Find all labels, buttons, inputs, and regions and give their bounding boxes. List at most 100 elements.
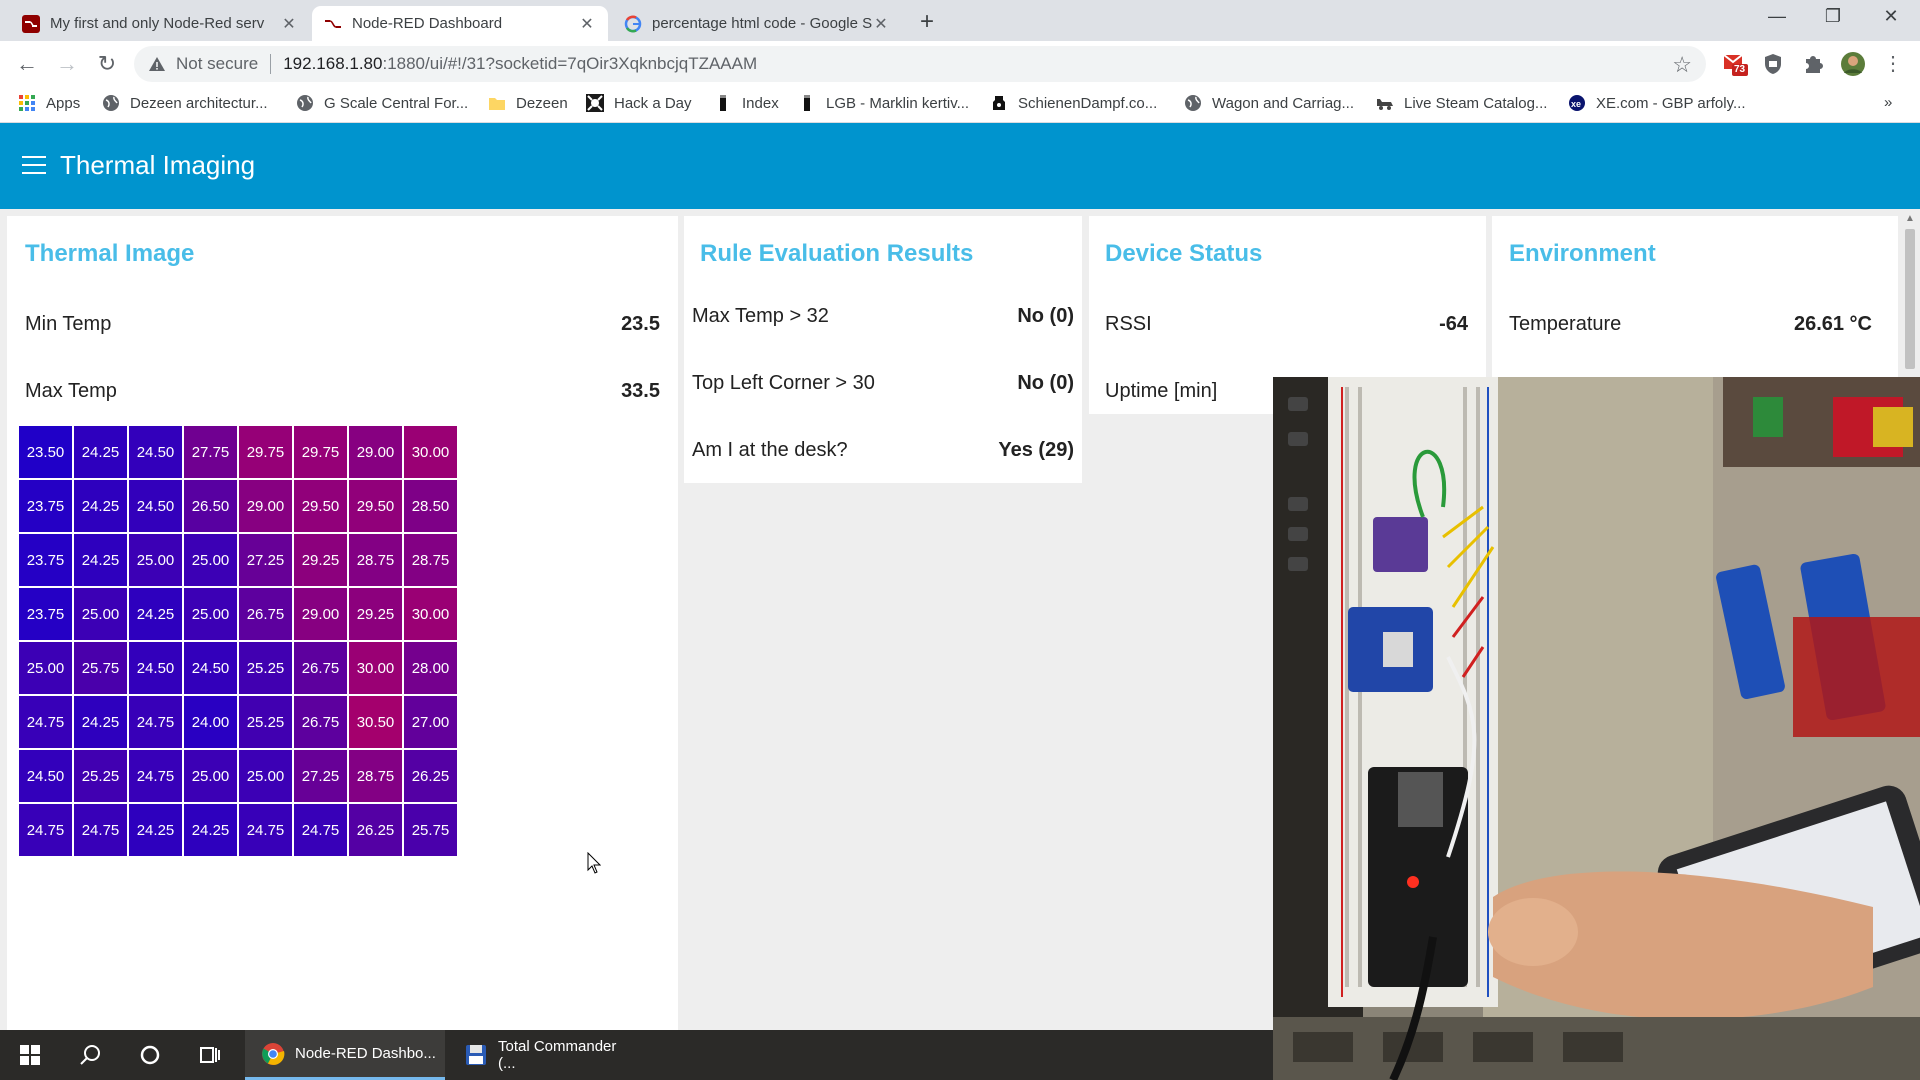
thermal-cell: 30.50 — [349, 696, 402, 748]
thermal-cell: 27.25 — [239, 534, 292, 586]
thermal-cell: 28.75 — [349, 534, 402, 586]
thermal-cell: 26.25 — [404, 750, 457, 802]
hamburger-menu-icon[interactable] — [22, 156, 46, 174]
taskbar-app-chrome[interactable]: Node-RED Dashbo... — [245, 1030, 445, 1080]
url-path: :1880/ui/#!/31?socketid=7qOir3XqknbcjqTZ… — [382, 54, 758, 73]
max-temp-label: Max Temp — [25, 379, 117, 402]
thermal-cell: 24.75 — [74, 804, 127, 856]
close-window-icon[interactable]: ✕ — [1868, 6, 1914, 27]
bookmark-label: G Scale Central For... — [324, 94, 469, 112]
thermal-cell: 25.25 — [239, 696, 292, 748]
rule-result: No (0) — [1017, 304, 1074, 327]
bookmark-label: LGB - Marklin kertiv... — [826, 94, 970, 112]
bookmark-live-steam-catalog[interactable]: Live Steam Catalog... — [1376, 94, 1547, 112]
thermal-cell: 24.50 — [184, 642, 237, 694]
temperature-label: Temperature — [1509, 312, 1622, 335]
reload-icon[interactable]: ↻ — [92, 49, 122, 79]
bookmark-xe-com[interactable]: xe XE.com - GBP arfoly... — [1568, 94, 1746, 112]
bookmark-star-icon[interactable]: ☆ — [1672, 52, 1692, 78]
scrollbar-thumb[interactable] — [1905, 229, 1915, 369]
page-scrollbar[interactable]: ▲ — [1902, 211, 1918, 377]
tab-node-red-dashboard[interactable]: Node-RED Dashboard ✕ — [312, 6, 608, 41]
thermal-cell: 26.75 — [239, 588, 292, 640]
new-tab-plus-icon[interactable]: + — [920, 8, 934, 36]
taskbar-app-total-commander[interactable]: Total Commander (... — [448, 1030, 638, 1080]
taskbar-app-label: Total Commander (... — [498, 1038, 617, 1072]
tab-label: percentage html code - Google S — [652, 15, 872, 32]
restore-icon[interactable]: ❐ — [1810, 6, 1856, 27]
environment-card: Environment Temperature 26.61 °C — [1492, 216, 1898, 386]
thermal-cell: 25.75 — [404, 804, 457, 856]
shield-extension-icon[interactable] — [1760, 51, 1786, 77]
thermal-cell: 29.25 — [294, 534, 347, 586]
bookmark-lgb-marklin[interactable]: LGB - Marklin kertiv... — [798, 94, 969, 112]
extension-badge: 73 — [1734, 64, 1746, 75]
globe-icon — [1185, 95, 1201, 111]
profile-avatar-icon[interactable] — [1840, 51, 1866, 77]
bookmark-dezeen-architecture[interactable]: Dezeen architectur... — [102, 94, 268, 112]
rule-label: Max Temp > 32 — [692, 304, 829, 327]
thermal-cell: 29.00 — [239, 480, 292, 532]
gmail-checker-extension-icon[interactable]: 73 — [1722, 51, 1748, 77]
bookmarks-overflow-icon[interactable]: » — [1884, 94, 1892, 111]
thermal-cell: 26.75 — [294, 642, 347, 694]
scroll-up-icon[interactable]: ▲ — [1905, 213, 1915, 224]
thermal-cell: 28.75 — [349, 750, 402, 802]
bookmark-label: Apps — [46, 94, 81, 112]
dashboard-header: Thermal Imaging — [0, 123, 1920, 209]
page-title: Thermal Imaging — [60, 150, 256, 180]
bookmark-label: Index — [742, 94, 779, 112]
thermal-cell: 25.25 — [74, 750, 127, 802]
search-icon[interactable] — [60, 1030, 120, 1080]
windows-start-icon[interactable] — [0, 1030, 60, 1080]
rule-result: Yes (29) — [998, 438, 1074, 461]
thermal-cell: 25.00 — [184, 588, 237, 640]
rule-evaluation-card: Rule Evaluation Results Max Temp > 32 No… — [684, 216, 1082, 483]
temperature-row: Temperature 26.61 °C — [1509, 309, 1872, 339]
card-title: Environment — [1509, 240, 1656, 267]
thermal-cell: 24.25 — [74, 480, 127, 532]
bookmark-wagon-and-carriage[interactable]: Wagon and Carriag... — [1184, 94, 1354, 112]
forward-icon[interactable]: → — [52, 49, 82, 79]
close-tab-icon[interactable]: ✕ — [280, 14, 298, 34]
thermal-cell: 24.00 — [184, 696, 237, 748]
min-temp-label: Min Temp — [25, 312, 112, 335]
back-icon[interactable]: ← — [12, 49, 42, 79]
tab-node-red-server[interactable]: My first and only Node-Red serv ✕ — [10, 6, 310, 41]
thermal-cell: 29.00 — [349, 426, 402, 478]
tab-google-search[interactable]: percentage html code - Google S ✕ — [612, 6, 902, 41]
max-temp-row: Max Temp 33.5 — [25, 376, 660, 406]
breadboard-photo — [1273, 377, 1920, 1080]
steam-icon — [1377, 99, 1393, 110]
globe-icon — [297, 95, 313, 111]
bookmarks-bar: Apps Dezeen architectur... G Scale Centr… — [0, 87, 1920, 123]
thermal-cell: 26.75 — [294, 696, 347, 748]
bookmark-schienendampf[interactable]: SchienenDampf.co... — [990, 94, 1157, 112]
thermal-cell: 26.50 — [184, 480, 237, 532]
thermal-cell: 25.25 — [239, 642, 292, 694]
bookmark-hack-a-day[interactable]: Hack a Day — [586, 94, 692, 112]
bookmark-label: Wagon and Carriag... — [1212, 94, 1355, 112]
hackaday-icon — [586, 94, 604, 112]
bookmark-apps[interactable]: Apps — [18, 94, 80, 112]
bookmark-index[interactable]: Index — [714, 94, 779, 112]
thermal-cell: 29.75 — [239, 426, 292, 478]
more-menu-icon[interactable]: ⋮ — [1878, 49, 1908, 79]
minimize-icon[interactable]: — — [1754, 6, 1800, 27]
close-tab-icon[interactable]: ✕ — [872, 14, 890, 34]
task-view-icon[interactable] — [180, 1030, 240, 1080]
bookmark-icon — [804, 95, 810, 111]
bookmark-g-scale-central[interactable]: G Scale Central For... — [296, 94, 468, 112]
extensions-puzzle-icon[interactable] — [1800, 51, 1826, 77]
bookmark-label: Dezeen — [516, 94, 568, 112]
bookmark-dezeen-folder[interactable]: Dezeen — [488, 94, 568, 112]
rule-label: Am I at the desk? — [692, 438, 848, 461]
cortana-icon[interactable] — [120, 1030, 180, 1080]
address-bar[interactable]: Not secure 192.168.1.80:1880/ui/#!/31?so… — [134, 46, 1706, 82]
folder-icon — [489, 98, 505, 110]
close-tab-icon[interactable]: ✕ — [578, 14, 596, 34]
xe-icon: xe — [1569, 95, 1585, 111]
thermal-cell: 23.50 — [19, 426, 72, 478]
bookmark-label: Hack a Day — [614, 94, 692, 112]
uptime-label: Uptime [min] — [1105, 379, 1218, 402]
